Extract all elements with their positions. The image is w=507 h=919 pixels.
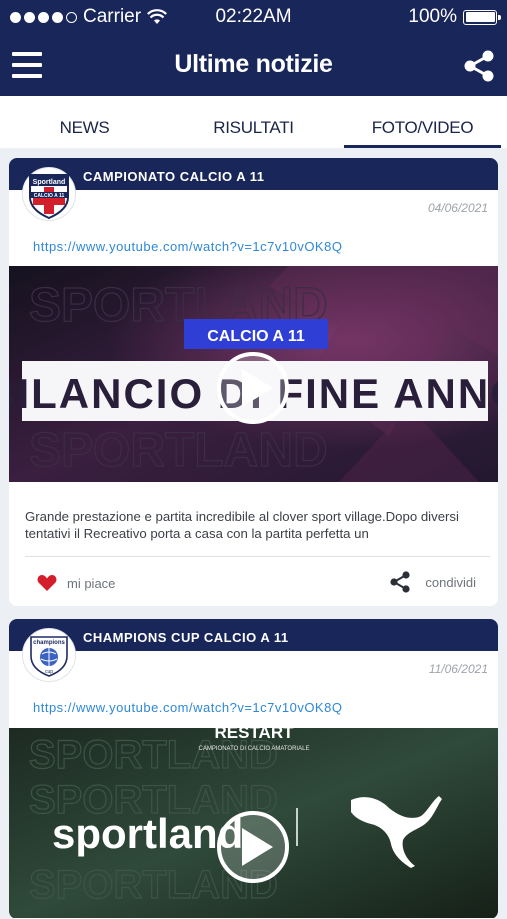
sportland-logo: Sportland CALCIO A 11	[29, 174, 69, 219]
svg-text:cup: cup	[45, 669, 53, 675]
team-logo: champions cup	[22, 628, 76, 682]
video-brand: sportland	[52, 810, 243, 857]
tab-news[interactable]: NEWS	[0, 96, 169, 148]
tab-bar: NEWS RISULTATI FOTO/VIDEO	[0, 96, 507, 148]
post-competition: CHAMPIONS CUP CALCIO A 11	[9, 619, 498, 651]
like-button[interactable]: mi piace	[37, 574, 115, 592]
video-thumbnail[interactable]: SPORTLAND SPORTLAND SPORTLAND RESTART CA…	[9, 728, 498, 918]
champions-cup-logo: champions cup	[30, 636, 68, 677]
post-description: Grande prestazione e partita incredibile…	[25, 509, 459, 541]
play-icon	[217, 352, 289, 424]
svg-text:Sportland: Sportland	[33, 179, 66, 186]
battery-icon	[463, 9, 501, 25]
post-competition: CAMPIONATO CALCIO A 11	[9, 158, 498, 190]
share-label: condividi	[425, 574, 476, 590]
like-label: mi piace	[67, 575, 116, 591]
page-title: Ultime notizie	[174, 50, 333, 78]
video-badge: CALCIO A 11	[207, 328, 305, 345]
post-date: 04/06/2021	[427, 201, 488, 215]
status-bar: Carrier 02:22AM 100%	[0, 0, 507, 34]
share-icon	[390, 571, 411, 593]
post-card: CHAMPIONS CUP CALCIO A 11 champions cup …	[9, 619, 498, 919]
play-icon	[217, 811, 289, 883]
tab-foto-video[interactable]: FOTO/VIDEO	[338, 96, 507, 148]
divider	[25, 556, 490, 557]
post-card: CAMPIONATO CALCIO A 11 Sportland CALCIO …	[9, 158, 498, 606]
video-thumbnail[interactable]: SPORTLAND SPORTLAND CALCIO A 11 BILANCIO…	[9, 266, 498, 482]
video-link[interactable]: https://www.youtube.com/watch?v=1c7v10vO…	[33, 239, 342, 254]
video-link[interactable]: https://www.youtube.com/watch?v=1c7v10vO…	[33, 700, 342, 715]
team-logo: Sportland CALCIO A 11	[22, 167, 76, 221]
video-top-subtitle: CAMPIONATO DI CALCIO AMATORIALE	[199, 746, 310, 752]
status-right: 100%	[408, 6, 501, 28]
heart-icon	[37, 575, 57, 591]
svg-text:CALCIO A 11: CALCIO A 11	[34, 193, 65, 199]
tab-risultati[interactable]: RISULTATI	[169, 96, 338, 148]
video-top-title: RESTART	[214, 728, 294, 742]
battery-percent: 100%	[408, 6, 457, 27]
post-date: 11/06/2021	[428, 662, 488, 676]
share-icon[interactable]	[461, 48, 497, 84]
share-post-button[interactable]: condividi	[389, 571, 476, 593]
nav-bar: Ultime notizie	[0, 34, 507, 96]
svg-text:SPORTLAND: SPORTLAND	[29, 424, 328, 477]
svg-text:champions: champions	[33, 640, 65, 646]
